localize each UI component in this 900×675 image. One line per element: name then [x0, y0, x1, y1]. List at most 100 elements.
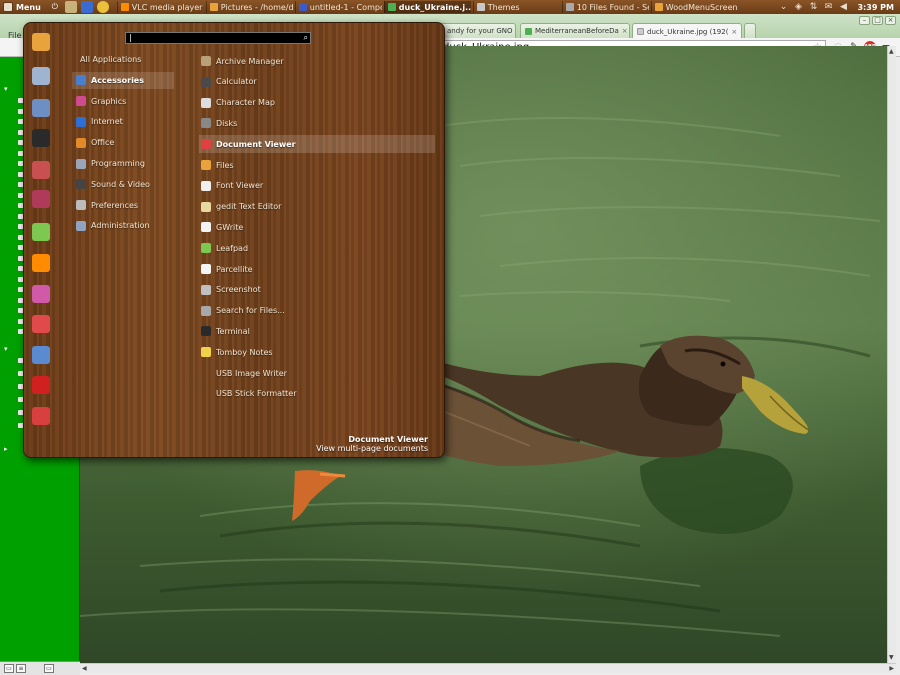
taskbar-button[interactable]: VLC media player [116, 1, 204, 13]
search-input[interactable]: | ⌕ [125, 32, 311, 44]
gem-icon[interactable] [32, 190, 50, 208]
app-item[interactable]: Document Viewer [199, 135, 435, 154]
expander-icon[interactable]: ▾ [4, 85, 8, 93]
search-icon[interactable]: ⌕ [304, 33, 308, 43]
shield-icon[interactable]: ◈ [793, 2, 803, 12]
category-item[interactable]: Graphics [72, 93, 174, 110]
minimize-icon[interactable]: – [859, 16, 870, 25]
app-item[interactable]: GWrite [199, 218, 435, 236]
notes-icon [201, 347, 211, 358]
logout-icon[interactable] [32, 407, 50, 425]
chrome-icon [387, 3, 396, 11]
app-item[interactable]: USB Image Writer [199, 364, 435, 382]
category-item[interactable]: Programming [72, 155, 174, 172]
menu-button-label: Menu [16, 2, 41, 12]
themes-icon [476, 3, 485, 11]
leafpad-icon [201, 243, 211, 254]
settings-icon[interactable] [32, 99, 50, 117]
app-item[interactable]: Leafpad [199, 239, 435, 257]
menu-button[interactable]: Menu [0, 0, 47, 14]
search-icon[interactable] [32, 67, 50, 85]
disc-icon[interactable] [32, 315, 50, 333]
sidebar-list-icon[interactable]: ≡ [16, 664, 26, 673]
tab-1[interactable]: MediterraneanBeforeDa × [520, 23, 630, 38]
menu-logo-icon [3, 2, 13, 12]
app-item[interactable]: Archive Manager [199, 52, 435, 70]
app-item[interactable]: Tomboy Notes [199, 343, 435, 361]
vlc-icon[interactable] [32, 254, 50, 272]
bird-launcher-icon[interactable] [80, 1, 93, 13]
app-item[interactable]: gedit Text Editor [199, 198, 435, 216]
package-icon[interactable] [32, 161, 50, 179]
app-item[interactable]: Search for Files... [199, 302, 435, 320]
volume-icon[interactable]: ◀ [838, 2, 848, 12]
taskbar: VLC media player Pictures - /home/da... un… [116, 1, 740, 13]
category-item[interactable]: Preferences [72, 197, 174, 214]
terminal-icon[interactable] [32, 129, 50, 147]
close-icon[interactable]: × [622, 27, 628, 35]
clock[interactable]: 3:39 PM [857, 3, 894, 12]
desktop: Menu ⏻ VLC media player Pictures - /home/… [0, 0, 900, 675]
scroll-right-icon[interactable]: ▶ [889, 665, 894, 672]
expander-icon[interactable]: ▾ [4, 345, 8, 353]
internet-icon [76, 116, 86, 127]
category-item[interactable]: Accessories [72, 71, 174, 89]
new-tab-button[interactable] [744, 23, 756, 38]
leafpad-icon[interactable] [32, 223, 50, 241]
system-tray: ⌄ ◈ ⇅ ✉ ◀ 3:39 PM [778, 0, 900, 14]
taskbar-button-label: untitled-1 - Compo... [309, 2, 382, 12]
app-item[interactable]: Calculator [199, 73, 435, 91]
close-icon[interactable]: × [731, 28, 737, 36]
screenshot-icon [201, 284, 211, 295]
power-icon[interactable]: ⏻ [49, 1, 61, 13]
scroll-down-icon[interactable]: ▼ [889, 654, 894, 661]
network-icon[interactable]: ⇅ [808, 2, 818, 12]
category-item[interactable]: Sound & Video [72, 176, 174, 193]
home-folder-icon[interactable] [32, 33, 50, 51]
tab-label: andy for your GNO [447, 27, 513, 35]
taskbar-button-label: VLC media player [131, 2, 203, 12]
taskbar-button[interactable]: untitled-1 - Compo... [294, 1, 382, 13]
maximize-icon[interactable]: □ [872, 16, 883, 25]
app-item[interactable]: Font Viewer [199, 177, 435, 195]
app-item[interactable]: Files [199, 156, 435, 174]
taskbar-button[interactable]: duck_Ukraine.j... [383, 1, 471, 13]
tab-2-active[interactable]: duck_Ukraine.jpg (192( × [632, 23, 742, 39]
taskbar-button[interactable]: WoodMenuScreens... [650, 1, 738, 13]
scroll-left-icon[interactable]: ◀ [82, 665, 87, 672]
category-item[interactable]: Office [72, 134, 174, 151]
vertical-scrollbar[interactable]: ▲ ▼ [887, 46, 896, 663]
category-item[interactable]: Internet [72, 113, 174, 130]
app-item[interactable]: Screenshot [199, 281, 435, 299]
close-window-icon[interactable]: × [885, 16, 896, 25]
sidebar-folder-icon[interactable]: ▭ [4, 664, 14, 673]
chevron-down-icon[interactable]: ⌄ [778, 2, 788, 12]
scroll-up-icon[interactable]: ▲ [889, 48, 894, 55]
app-label: gedit Text Editor [216, 202, 282, 212]
expander-icon[interactable]: ▸ [4, 445, 8, 453]
chrome-launcher-icon[interactable] [96, 1, 109, 13]
horizontal-scrollbar[interactable]: ◀ ▶ [80, 663, 896, 673]
app-label: Font Viewer [216, 181, 264, 191]
paint-icon[interactable] [32, 285, 50, 303]
app-item[interactable]: Character Map [199, 94, 435, 112]
administration-icon [76, 220, 86, 231]
sidebar-panel-icon[interactable]: ▭ [44, 664, 54, 673]
description-title: Document Viewer [348, 435, 428, 444]
app-item[interactable]: Parcellite [199, 260, 435, 278]
category-label: Sound & Video [91, 179, 150, 189]
category-item[interactable]: All Applications [72, 51, 174, 68]
taskbar-button[interactable]: Themes [472, 1, 560, 13]
taskbar-button[interactable]: 10 Files Found - Se... [561, 1, 649, 13]
app-item[interactable]: USB Stick Formatter [199, 385, 435, 403]
files-launcher-icon[interactable] [64, 1, 77, 13]
calculator-icon [201, 76, 211, 87]
taskbar-button[interactable]: Pictures - /home/da... [205, 1, 293, 13]
category-item[interactable]: Administration [72, 217, 174, 234]
upload-icon[interactable] [32, 346, 50, 364]
application-menu: | ⌕ All Applications Accessories Graphics I… [23, 22, 445, 458]
power-icon[interactable] [32, 376, 50, 394]
app-item[interactable]: Terminal [199, 322, 435, 340]
email-icon[interactable]: ✉ [823, 2, 833, 12]
app-item[interactable]: Disks [199, 114, 435, 132]
